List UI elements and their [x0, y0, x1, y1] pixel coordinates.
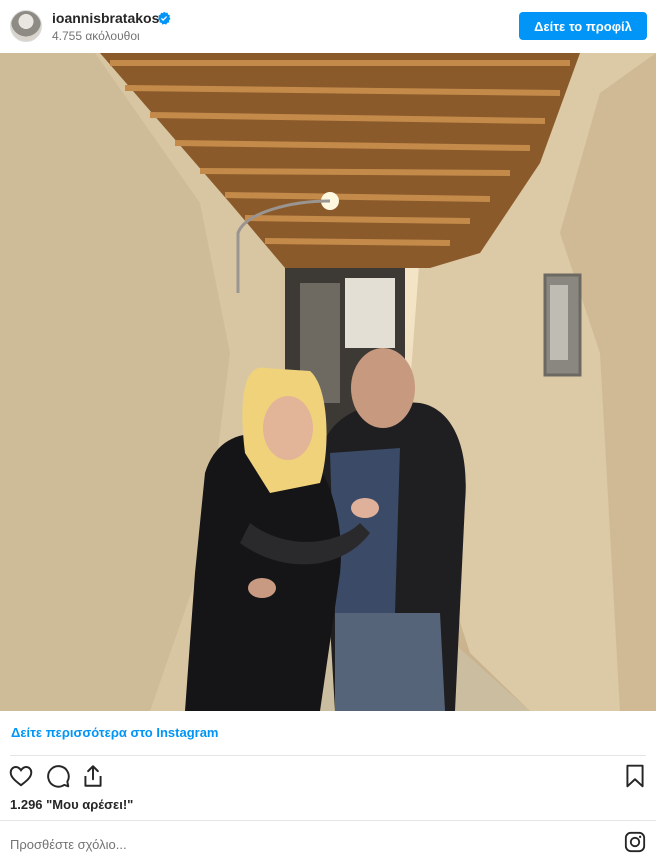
divider: [0, 820, 656, 821]
comment-icon[interactable]: [45, 763, 71, 789]
likes-count[interactable]: 1.296 "Μου αρέσει!": [10, 797, 133, 812]
post-photo: [0, 53, 656, 711]
followers-count: 4.755 ακόλουθοι: [52, 29, 140, 43]
comment-input[interactable]: [10, 834, 570, 854]
instagram-icon[interactable]: [624, 831, 646, 853]
view-profile-button[interactable]: Δείτε το προφίλ: [519, 12, 647, 40]
divider: [10, 755, 646, 756]
post-image[interactable]: [0, 53, 656, 711]
share-icon[interactable]: [80, 763, 106, 789]
verified-badge-icon: [157, 11, 171, 25]
view-more-on-instagram-link[interactable]: Δείτε περισσότερα στο Instagram: [11, 725, 219, 740]
username[interactable]: ioannisbratakos: [52, 10, 159, 26]
bookmark-icon[interactable]: [622, 763, 648, 789]
avatar[interactable]: [10, 10, 42, 42]
heart-icon[interactable]: [8, 763, 34, 789]
post-header: ioannisbratakos 4.755 ακόλουθοι Δείτε το…: [0, 0, 656, 52]
